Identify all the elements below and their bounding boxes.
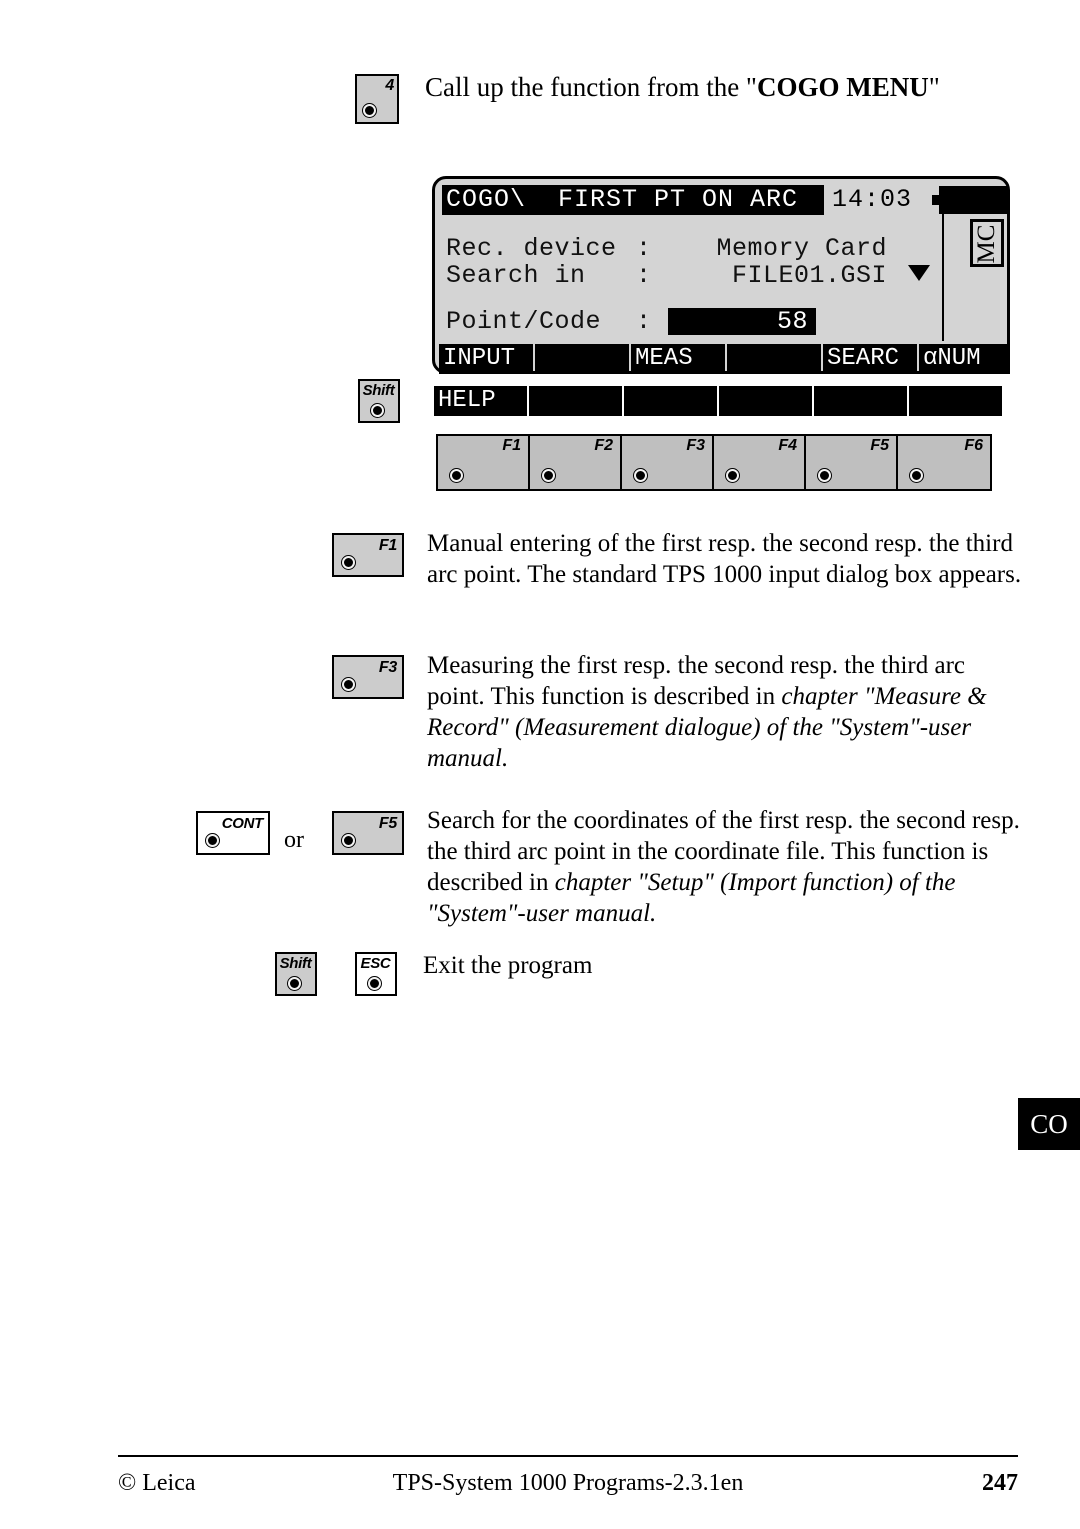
description-f1: F1 Manual entering of the first resp. th… [332, 528, 1032, 590]
key-dot-icon [342, 678, 355, 691]
function-key-f4-label: F4 [778, 437, 797, 454]
lcd-label-search-in: Search in [446, 261, 586, 290]
description-f3-text: Measuring the first resp. the second res… [427, 650, 1027, 774]
key-shift[interactable]: Shift [275, 952, 317, 996]
function-key-f2-label: F2 [594, 437, 613, 454]
key-f3[interactable]: F3 [332, 655, 404, 699]
key-dot-icon [342, 556, 355, 569]
memory-card-indicator-label: MC [973, 224, 1000, 264]
function-key-f6-label: F6 [964, 437, 983, 454]
footer-copyright: © Leica [118, 1470, 196, 1496]
function-key-f3-label: F3 [686, 437, 705, 454]
key-cont[interactable]: CONT [196, 811, 270, 855]
lcd-value-point-code[interactable]: 58 [668, 308, 816, 335]
function-key-f1-label: F1 [502, 437, 521, 454]
key-esc-label: ESC [360, 955, 391, 972]
step-text-prefix: Call up the function from the " [425, 72, 757, 102]
chevron-down-icon[interactable] [908, 265, 930, 281]
key-dot-icon [206, 834, 219, 847]
lcd-colon: : [636, 234, 652, 263]
lcd-row-point-code[interactable]: Point/Code:58 [446, 308, 816, 335]
softkey-f2-blank[interactable] [535, 344, 629, 374]
function-key-f2[interactable]: F2 [530, 436, 622, 489]
description-f1-text: Manual entering of the first resp. the s… [427, 530, 1022, 588]
battery-full-icon [939, 186, 1007, 214]
softkey-f1-input[interactable]: INPUT [439, 344, 533, 374]
softkey-row-primary: INPUT MEAS SEARC αNUM [439, 344, 1010, 374]
conjunction-or: or [284, 827, 304, 853]
function-key-f5-label: F5 [870, 437, 889, 454]
key-f3-label: F3 [378, 659, 397, 676]
lcd-label-point-code: Point/Code [446, 307, 602, 336]
footer-document-title: TPS-System 1000 Programs-2.3.1en [392, 1470, 744, 1496]
lcd-row-search-in[interactable]: Search in: FILE01.GSI [446, 262, 893, 289]
description-cont-f5: CONT or F5 Search for the coordinates of… [196, 805, 1036, 929]
softkey-f4-blank[interactable] [727, 344, 821, 374]
description-shift-esc-text: Exit the program [423, 952, 593, 979]
lcd-title-bar: COGO\ FIRST PT ON ARC 14:03 [442, 185, 1007, 215]
key-f1-label: F1 [378, 537, 397, 554]
lcd-value-search-in: FILE01.GSI [731, 261, 887, 290]
shift-key-help-row: Shift [358, 379, 400, 423]
function-key-strip: F1 F2 F3 F4 F5 F6 [436, 434, 992, 491]
page-footer: © Leica TPS-System 1000 Programs-2.3.1en… [118, 1466, 1018, 1500]
lcd-value-rec-device: Memory Card [716, 234, 887, 263]
softkey-shift-f1-help[interactable]: HELP [434, 386, 527, 416]
lcd-vertical-divider [942, 191, 944, 341]
softkey-f6-alphanum[interactable]: αNUM [919, 344, 1010, 374]
lcd-colon: : [636, 307, 652, 336]
footer-divider [118, 1455, 1018, 1457]
function-key-f1[interactable]: F1 [438, 436, 530, 489]
key-dot-icon [542, 469, 555, 482]
chapter-side-tab: CO [1018, 1098, 1080, 1150]
lcd-screen-title: COGO\ FIRST PT ON ARC [442, 185, 824, 215]
description-cont-f5-text: Search for the coordinates of the first … [427, 805, 1027, 929]
description-shift-esc: Shift ESC Exit the program [275, 950, 975, 996]
lcd-clock: 14:03 [832, 185, 913, 214]
step-instruction-row: 4 Call up the function from the "COGO ME… [355, 70, 1015, 124]
lcd-body: Rec. device: Memory Card Search in: FILE01… [442, 191, 1004, 343]
key-shift-label: Shift [279, 955, 312, 972]
key-f5-label: F5 [378, 815, 397, 832]
step-text-suffix: " [928, 72, 940, 102]
lcd-label-rec-device: Rec. device [446, 234, 617, 263]
key-f1[interactable]: F1 [332, 533, 404, 577]
softkey-shift-f5-blank[interactable] [814, 386, 907, 416]
function-key-f5[interactable]: F5 [806, 436, 898, 489]
footer-page-number: 247 [982, 1470, 1018, 1496]
function-key-f4[interactable]: F4 [714, 436, 806, 489]
key-esc[interactable]: ESC [355, 952, 397, 996]
key-dot-icon [726, 469, 739, 482]
key-dot-icon [450, 469, 463, 482]
key-dot-icon [634, 469, 647, 482]
lcd-row-rec-device[interactable]: Rec. device: Memory Card [446, 235, 893, 262]
softkey-shift-f6-blank[interactable] [909, 386, 1002, 416]
function-key-f6[interactable]: F6 [898, 436, 990, 489]
numeric-key-4[interactable]: 4 [355, 74, 399, 124]
softkey-f3-meas[interactable]: MEAS [631, 344, 725, 374]
description-f3: F3 Measuring the first resp. the second … [332, 650, 1032, 774]
softkey-shift-f4-blank[interactable] [719, 386, 812, 416]
key-dot-icon [910, 469, 923, 482]
softkey-row-shifted: HELP [434, 386, 1002, 416]
step-instruction-text: Call up the function from the "COGO MENU… [425, 70, 1015, 104]
key-dot-icon [371, 404, 384, 417]
numeric-key-4-label: 4 [385, 77, 394, 94]
key-dot-icon [288, 977, 301, 990]
key-f5[interactable]: F5 [332, 811, 404, 855]
key-dot-icon [363, 104, 376, 117]
softkey-shift-f2-blank[interactable] [529, 386, 622, 416]
function-key-f3[interactable]: F3 [622, 436, 714, 489]
memory-card-indicator: MC [970, 219, 1004, 267]
softkey-shift-f3-blank[interactable] [624, 386, 717, 416]
shift-key[interactable]: Shift [358, 379, 400, 423]
step-text-bold: COGO MENU [756, 72, 929, 102]
lcd-colon: : [636, 261, 652, 290]
softkey-f5-searc[interactable]: SEARC [823, 344, 917, 374]
key-dot-icon [342, 834, 355, 847]
key-dot-icon [368, 977, 381, 990]
key-dot-icon [818, 469, 831, 482]
shift-key-label: Shift [362, 382, 395, 399]
key-cont-label: CONT [221, 815, 264, 832]
